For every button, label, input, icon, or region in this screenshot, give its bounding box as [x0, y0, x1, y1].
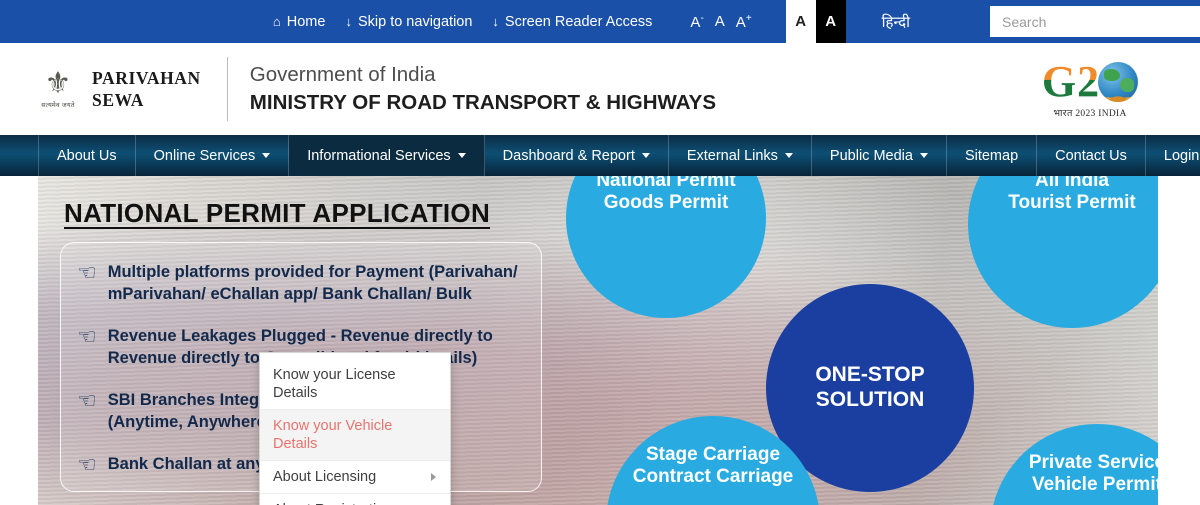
language-hindi-link[interactable]: हिन्दी	[882, 12, 910, 32]
circle-label: ONE-STOP SOLUTION	[815, 363, 925, 411]
government-of-india-label: Government of India	[249, 63, 436, 86]
g20-logo: G 2 भारत 2023 INDIA	[1016, 59, 1164, 119]
nav-label: External Links	[686, 147, 778, 164]
g20-mark: G 2	[1016, 59, 1164, 105]
emblem-glyph: ⚜	[44, 67, 72, 100]
search-container	[990, 0, 1200, 43]
g20-letter-g: G	[1041, 57, 1077, 106]
menu-item-label: Know your Vehicle Details	[273, 418, 393, 452]
skip-to-navigation-label: Skip to navigation	[357, 13, 473, 30]
circle-label: All India Tourist Permit	[1008, 176, 1136, 214]
contrast-controls: A A	[785, 0, 846, 43]
chevron-down-icon	[919, 153, 928, 158]
nav-item-external-links[interactable]: External Links	[669, 135, 812, 176]
screen-reader-access-label: Screen Reader Access	[504, 13, 653, 30]
nav-item-public-media[interactable]: Public Media	[812, 135, 947, 176]
nav-item-contact-us[interactable]: Contact Us	[1037, 135, 1146, 176]
lotus-icon	[1098, 89, 1139, 102]
home-icon: ⌂	[272, 14, 281, 29]
ministry-name-label: MINISTRY OF ROAD TRANSPORT & HIGHWAYS	[249, 91, 717, 114]
pointing-hand-icon: ☜	[77, 260, 97, 285]
hero-stage: NATIONAL PERMIT APPLICATION ☜ Multiple p…	[0, 176, 1200, 505]
nav-label: Sitemap	[964, 147, 1019, 164]
nav-label: Online Services	[153, 147, 256, 164]
contrast-normal-button[interactable]: A	[785, 0, 816, 43]
search-input[interactable]	[990, 6, 1200, 37]
top-utility-links: ⌂ Home ↓ Skip to navigation ↓ Screen Rea…	[273, 0, 1200, 43]
nav-label: About Us	[57, 147, 117, 164]
nav-label: Contact Us	[1055, 147, 1127, 164]
pointing-hand-icon: ☜	[77, 452, 97, 477]
chevron-down-icon	[641, 153, 650, 158]
down-arrow-icon: ↓	[492, 14, 499, 29]
header-divider	[226, 57, 228, 121]
circle-label: Stage Carriage Contract Carriage	[632, 444, 794, 488]
menu-item-about-registration[interactable]: About Registration	[260, 494, 450, 505]
nav-item-online-services[interactable]: Online Services	[136, 135, 290, 176]
g20-caption: भारत 2023 INDIA	[1053, 109, 1127, 119]
home-link-label: Home	[286, 13, 326, 30]
circle-label: Private Service Vehicle Permit	[1028, 452, 1158, 496]
font-normal-button[interactable]: A	[715, 14, 725, 29]
menu-item-know-your-vehicle-details[interactable]: Know your Vehicle Details	[260, 410, 450, 461]
menu-item-label: About Licensing	[273, 469, 377, 485]
nav-label: Public Media	[829, 147, 913, 164]
chevron-down-icon	[262, 153, 271, 158]
skip-to-navigation-link[interactable]: ↓ Skip to navigation	[345, 14, 472, 30]
chevron-right-icon	[431, 473, 436, 481]
nav-label: Login	[1163, 147, 1200, 164]
banner-bullet: ☜ Multiple platforms provided for Paymen…	[77, 261, 527, 305]
nav-item-about-us[interactable]: About Us	[38, 135, 136, 176]
site-header: ⚜ सत्यमेव जयते PARIVAHAN SEWA Government…	[0, 43, 1200, 135]
g20-digit-2: 2	[1077, 57, 1100, 106]
main-navigation: About Us Online Services Informational S…	[0, 135, 1200, 176]
nav-item-login[interactable]: Login	[1146, 135, 1200, 176]
g20-globe-lotus-icon	[1098, 62, 1139, 102]
brand-line-1: PARIVAHAN	[92, 68, 201, 88]
screen-reader-access-link[interactable]: ↓ Screen Reader Access	[492, 14, 652, 30]
menu-item-know-your-license-details[interactable]: Know your License Details	[260, 359, 450, 410]
ministry-title-block: Government of India MINISTRY OF ROAD TRA…	[250, 61, 716, 117]
font-decrease-button[interactable]: A-	[690, 13, 703, 30]
down-arrow-icon: ↓	[345, 14, 352, 29]
nav-item-informational-services[interactable]: Informational Services	[289, 135, 485, 176]
emblem-motto: सत्यमेव जयते	[41, 102, 75, 109]
nav-item-dashboard-report[interactable]: Dashboard & Report	[485, 135, 669, 176]
nav-item-sitemap[interactable]: Sitemap	[947, 135, 1038, 176]
hero-banner: NATIONAL PERMIT APPLICATION ☜ Multiple p…	[38, 176, 1158, 505]
parivahan-logo[interactable]: ⚜ सत्यमेव जयते PARIVAHAN SEWA	[36, 67, 201, 111]
font-size-controls: A- A A+	[690, 13, 752, 30]
top-utility-bar: ⌂ Home ↓ Skip to navigation ↓ Screen Rea…	[0, 0, 1200, 43]
chevron-down-icon	[784, 153, 793, 158]
ashoka-emblem-icon: ⚜ सत्यमेव जयते	[36, 67, 80, 110]
pointing-hand-icon: ☜	[77, 324, 97, 349]
informational-services-dropdown: Know your License Details Know your Vehi…	[259, 352, 451, 505]
menu-item-about-licensing[interactable]: About Licensing	[260, 461, 450, 494]
nav-label: Informational Services	[307, 147, 451, 164]
contrast-high-button[interactable]: A	[815, 0, 846, 43]
chevron-down-icon	[457, 153, 466, 158]
menu-item-label: Know your License Details	[273, 367, 396, 401]
brand-name: PARIVAHAN SEWA	[92, 67, 201, 111]
menu-item-label: About Registration	[273, 501, 392, 505]
font-increase-button[interactable]: A+	[736, 13, 752, 30]
circle-label: National Permit Goods Permit	[596, 176, 736, 214]
banner-title: NATIONAL PERMIT APPLICATION	[64, 198, 491, 228]
nav-label: Dashboard & Report	[502, 147, 635, 164]
pointing-hand-icon: ☜	[77, 388, 97, 413]
brand-line-2: SEWA	[92, 90, 145, 110]
banner-bullet-text: Multiple platforms provided for Payment …	[107, 263, 518, 303]
home-link[interactable]: ⌂ Home	[273, 14, 326, 30]
